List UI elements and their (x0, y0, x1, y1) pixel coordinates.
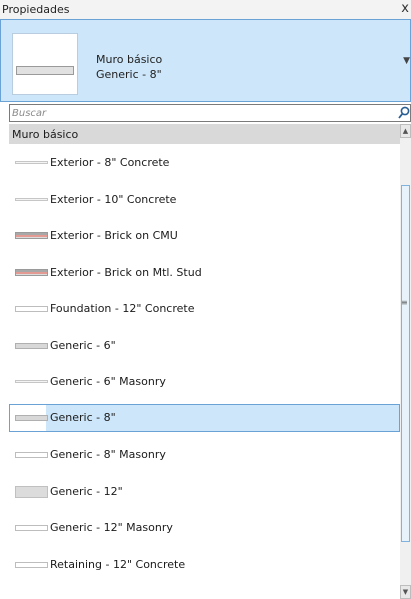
type-item-label: Retaining - 12" Concrete (50, 558, 186, 571)
type-item-label: Foundation - 12" Concrete (50, 302, 195, 315)
wall-swatch-icon (15, 380, 48, 383)
type-item-label: Generic - 6" (50, 339, 116, 352)
close-icon[interactable]: x (401, 1, 409, 16)
wall-swatch-icon (15, 161, 48, 164)
wall-swatch-icon (15, 198, 48, 201)
panel-title: Propiedades (2, 3, 70, 16)
type-preview-thumbnail (12, 33, 78, 95)
list-scrollbar[interactable]: ▲ ≡ ▼ (400, 124, 411, 599)
scroll-grip-icon: ≡ (401, 298, 408, 307)
type-item-label: Generic - 12" Masonry (50, 521, 173, 534)
type-list-item[interactable]: Generic - 8" (9, 404, 400, 432)
group-label: Muro básico (12, 128, 79, 141)
type-item-label: Generic - 12" (50, 485, 123, 498)
scroll-up-arrow-icon[interactable]: ▲ (400, 124, 411, 138)
type-group-header[interactable]: Muro básico (9, 124, 400, 144)
search-icon[interactable] (398, 106, 410, 120)
wall-swatch-icon (15, 343, 48, 349)
type-list-item[interactable]: Generic - 8" Masonry (9, 441, 400, 469)
properties-titlebar: Propiedades x (0, 0, 411, 19)
type-list-item[interactable]: Generic - 6" Masonry (9, 368, 400, 396)
type-list-item[interactable]: Retaining - 12" Concrete (9, 551, 400, 579)
wall-swatch-icon (15, 486, 48, 498)
type-list-item[interactable]: Exterior - Brick on Mtl. Stud (9, 259, 400, 287)
type-item-label: Exterior - Brick on Mtl. Stud (50, 266, 202, 279)
chevron-down-icon[interactable]: ▼ (403, 56, 410, 66)
wall-swatch-icon (15, 306, 48, 312)
type-list-item[interactable]: Generic - 6" (9, 332, 400, 360)
type-list-item[interactable]: Exterior - 10" Concrete (9, 186, 400, 214)
search-input[interactable] (12, 106, 392, 120)
type-list-item[interactable]: Foundation - 12" Concrete (9, 295, 400, 323)
type-list-item[interactable]: Exterior - Brick on CMU (9, 222, 400, 250)
type-list-item[interactable]: Generic - 12" Masonry (9, 514, 400, 542)
wall-preview-icon (16, 66, 74, 75)
wall-swatch-icon (15, 525, 48, 531)
search-box[interactable] (9, 104, 411, 122)
type-list-item[interactable]: Exterior - 8" Concrete (9, 149, 400, 177)
scroll-down-arrow-icon[interactable]: ▼ (400, 585, 411, 599)
wall-swatch-icon (15, 562, 48, 568)
type-item-label: Exterior - 8" Concrete (50, 156, 170, 169)
type-item-label: Generic - 6" Masonry (50, 375, 166, 388)
type-item-label: Exterior - Brick on CMU (50, 229, 178, 242)
type-name-label: Generic - 8" (96, 68, 162, 81)
type-item-label: Generic - 8" Masonry (50, 448, 166, 461)
type-selector[interactable]: Muro básico Generic - 8" ▼ (0, 19, 411, 102)
type-family-label: Muro básico (96, 53, 163, 66)
type-list-item[interactable]: Generic - 12" (9, 478, 400, 506)
type-item-label: Exterior - 10" Concrete (50, 193, 177, 206)
wall-swatch-icon (15, 232, 48, 239)
wall-swatch-icon (15, 269, 48, 276)
type-item-label: Generic - 8" (50, 411, 116, 424)
wall-swatch-icon (15, 415, 48, 421)
scrollbar-thumb[interactable] (401, 185, 410, 542)
type-list: Exterior - 8" Concrete Exterior - 10" Con… (9, 144, 400, 599)
wall-swatch-icon (15, 452, 48, 458)
